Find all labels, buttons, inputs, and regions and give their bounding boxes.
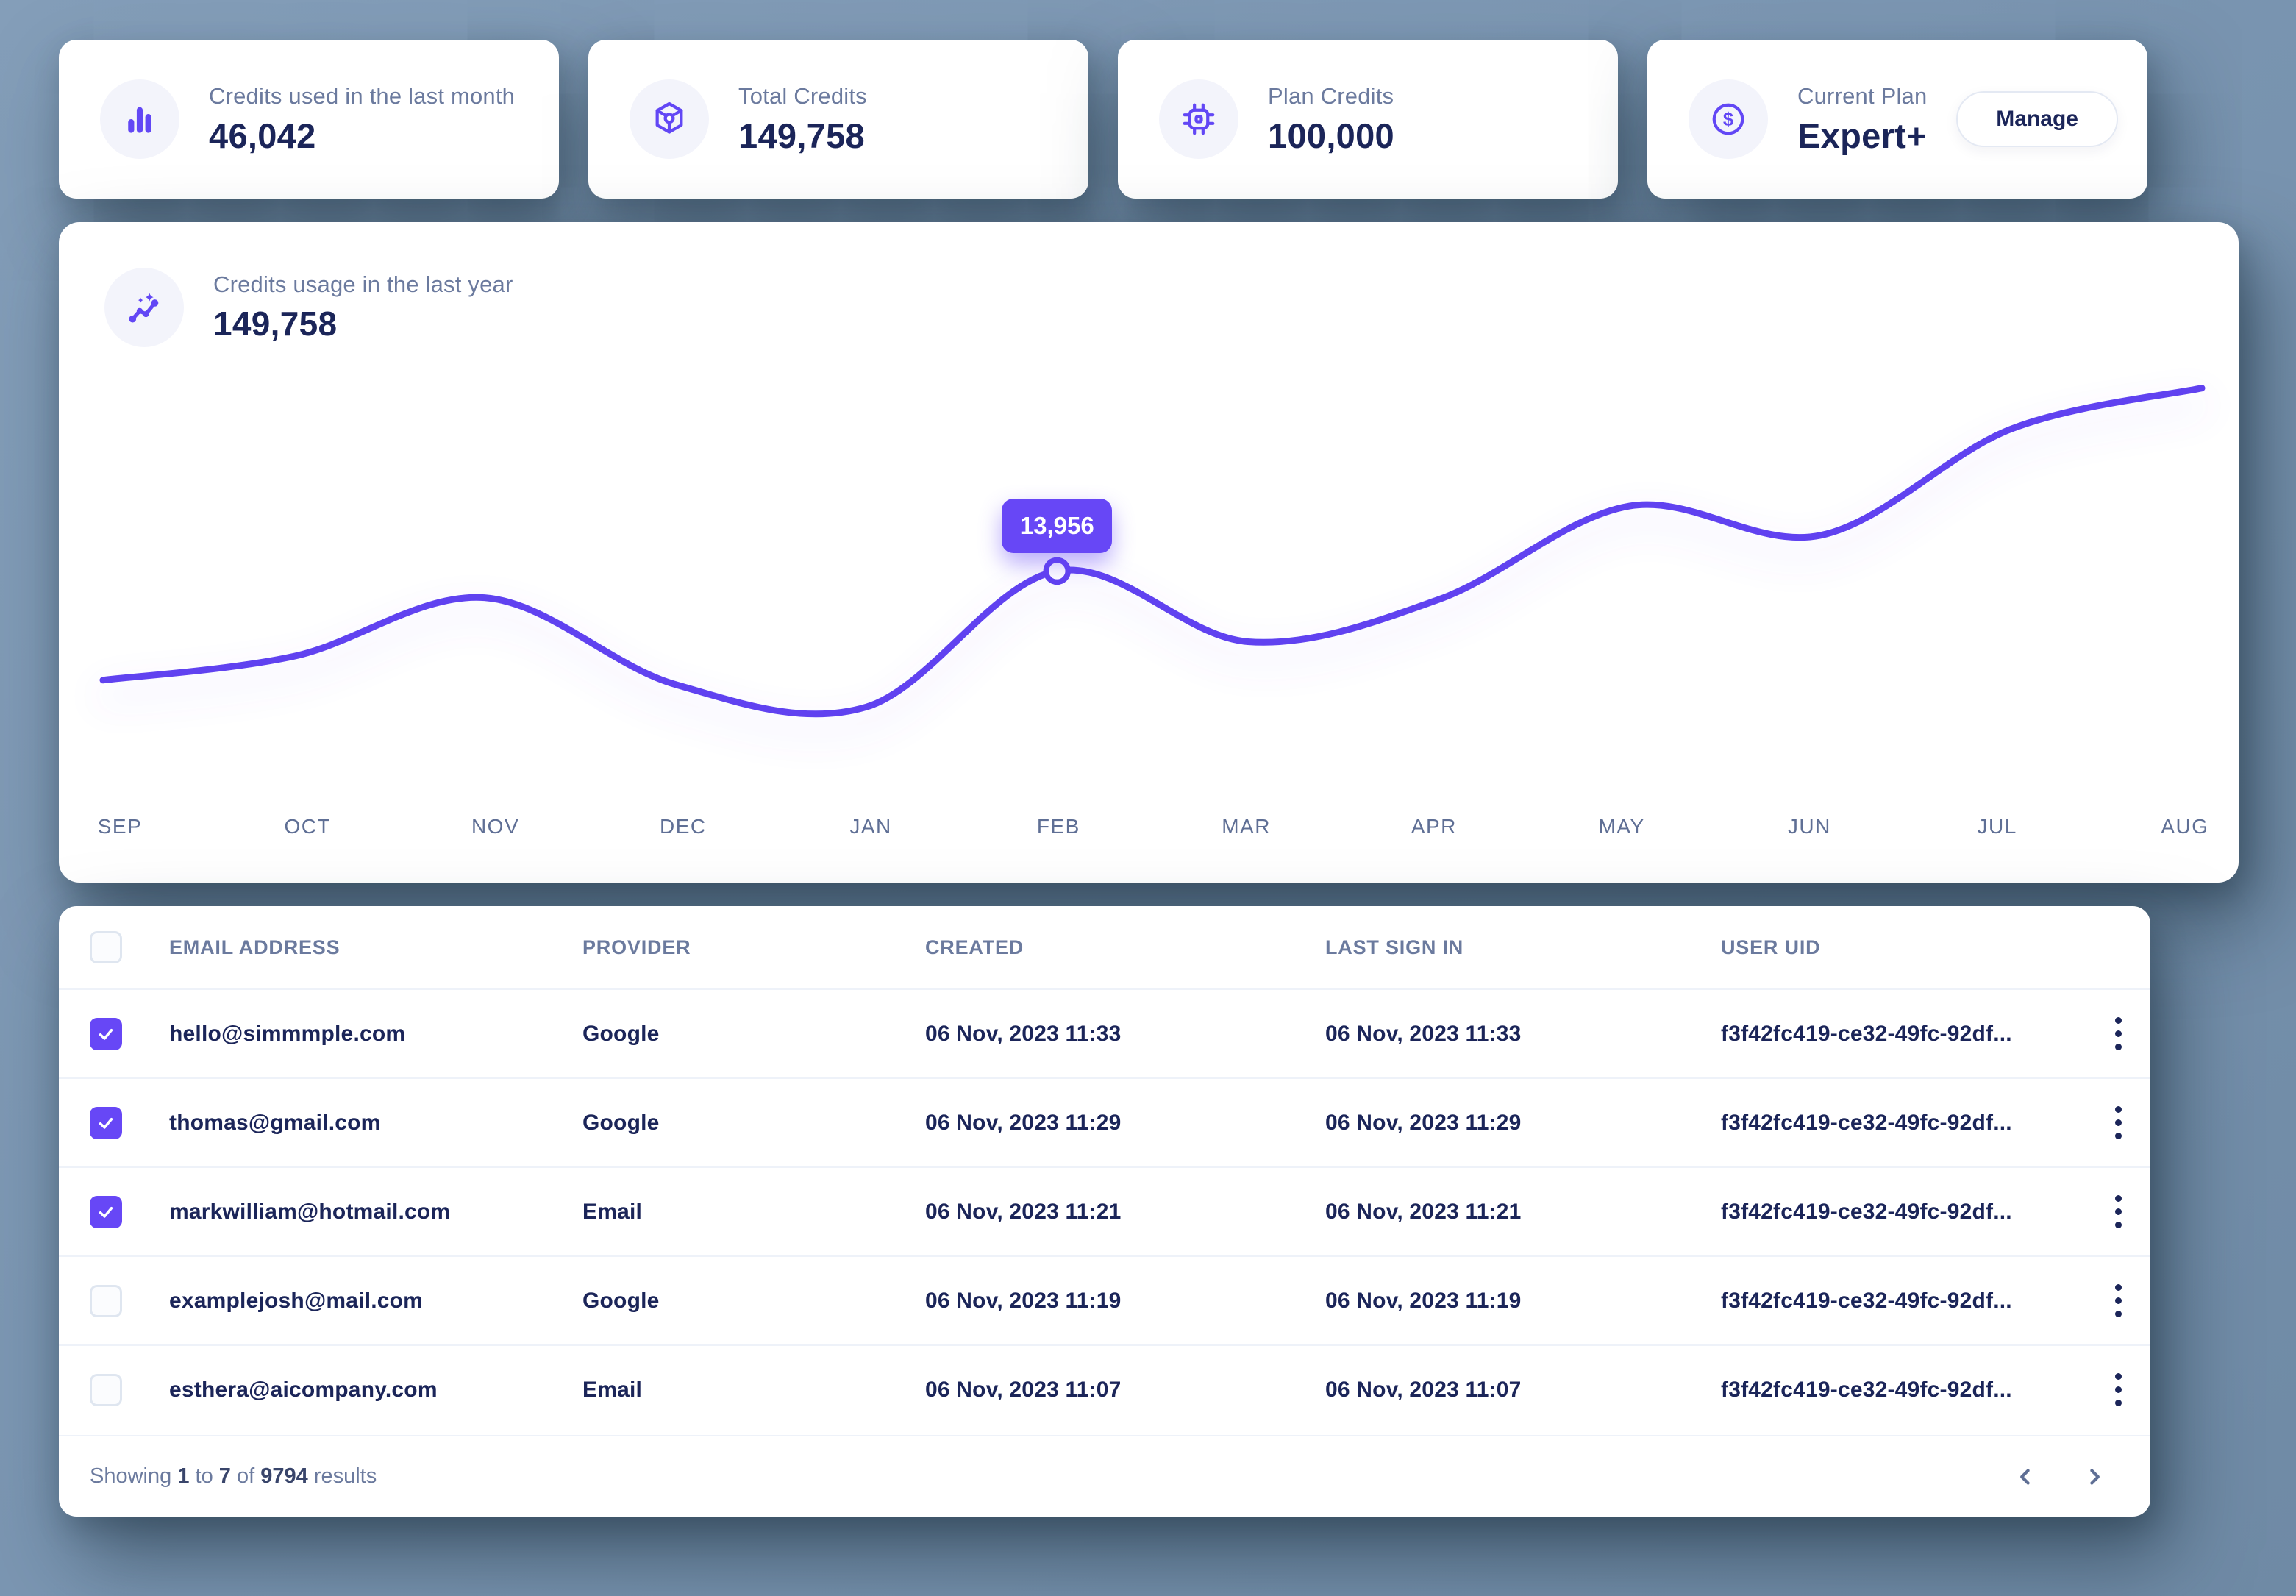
stat-label: Current Plan <box>1797 83 1927 110</box>
x-tick: JAN <box>845 815 896 838</box>
cube-icon <box>630 79 709 159</box>
svg-text:$: $ <box>1723 110 1733 130</box>
provider-cell: Google <box>582 1289 925 1314</box>
x-axis-labels: SEP OCT NOV DEC JAN FEB MAR APR MAY JUN … <box>94 815 2211 838</box>
stat-card-credits-used: Credits used in the last month 46,042 <box>59 40 559 199</box>
x-tick: MAR <box>1221 815 1272 838</box>
chart-total-value: 149,758 <box>213 304 513 343</box>
column-header-email: EMAIL ADDRESS <box>169 936 582 959</box>
chart-tooltip-value: 13,956 <box>1020 512 1094 540</box>
provider-cell: Email <box>582 1378 925 1403</box>
results-total: 9794 <box>260 1464 308 1488</box>
provider-cell: Email <box>582 1200 925 1225</box>
column-header-provider: PROVIDER <box>582 936 925 959</box>
row-checkbox[interactable] <box>90 1018 122 1050</box>
stat-label: Total Credits <box>738 83 867 110</box>
user-uid-cell: f3f42fc419-ce32-49fc-92df... <box>1721 1022 2074 1047</box>
row-menu-kebab-icon[interactable] <box>2100 1190 2136 1234</box>
bar-chart-icon <box>100 79 179 159</box>
email-cell: markwilliam@hotmail.com <box>169 1200 582 1225</box>
email-cell: examplejosh@mail.com <box>169 1289 582 1314</box>
user-uid-cell: f3f42fc419-ce32-49fc-92df... <box>1721 1378 2074 1403</box>
row-menu-kebab-icon[interactable] <box>2100 1012 2136 1056</box>
row-checkbox[interactable] <box>90 1285 122 1317</box>
chart-tooltip: 13,956 <box>1002 499 1112 553</box>
stat-label: Credits used in the last month <box>209 83 515 110</box>
table-row: hello@simmmple.com Google 06 Nov, 2023 1… <box>59 988 2150 1077</box>
last-sign-in-cell: 06 Nov, 2023 11:19 <box>1325 1289 1721 1314</box>
provider-cell: Google <box>582 1022 925 1047</box>
trend-sparkle-icon <box>104 268 184 347</box>
column-header-created: CREATED <box>925 936 1325 959</box>
last-sign-in-cell: 06 Nov, 2023 11:33 <box>1325 1022 1721 1047</box>
created-cell: 06 Nov, 2023 11:07 <box>925 1378 1325 1403</box>
stat-value: Expert+ <box>1797 115 1927 156</box>
x-tick: FEB <box>1033 815 1084 838</box>
table-row: examplejosh@mail.com Google 06 Nov, 2023… <box>59 1255 2150 1344</box>
user-uid-cell: f3f42fc419-ce32-49fc-92df... <box>1721 1200 2074 1225</box>
created-cell: 06 Nov, 2023 11:19 <box>925 1289 1325 1314</box>
stat-card-current-plan: $ Current Plan Expert+ Manage <box>1647 40 2147 199</box>
provider-cell: Google <box>582 1111 925 1136</box>
stat-card-total-credits: Total Credits 149,758 <box>588 40 1088 199</box>
column-header-user-uid: USER UID <box>1721 936 2074 959</box>
x-tick: NOV <box>470 815 521 838</box>
chart-header: Credits usage in the last year 149,758 <box>104 268 513 347</box>
billing-dashboard: { "theme": { "accent": "#6142f0", "accen… <box>0 0 2296 1596</box>
last-sign-in-cell: 06 Nov, 2023 11:21 <box>1325 1200 1721 1225</box>
x-tick: JUN <box>1783 815 1835 838</box>
x-tick: MAY <box>1596 815 1647 838</box>
email-cell: hello@simmmple.com <box>169 1022 582 1047</box>
stats-row: Credits used in the last month 46,042 To… <box>59 40 2147 199</box>
results-from: 1 <box>177 1464 189 1488</box>
manage-plan-button[interactable]: Manage <box>1956 91 2118 147</box>
row-menu-kebab-icon[interactable] <box>2100 1368 2136 1412</box>
table-footer: Showing 1 to 7 of 9794 results <box>59 1435 2150 1517</box>
next-page-button[interactable] <box>2080 1462 2109 1492</box>
last-sign-in-cell: 06 Nov, 2023 11:29 <box>1325 1111 1721 1136</box>
table-row: markwilliam@hotmail.com Email 06 Nov, 20… <box>59 1166 2150 1255</box>
x-tick: SEP <box>94 815 146 838</box>
table-row: thomas@gmail.com Google 06 Nov, 2023 11:… <box>59 1077 2150 1166</box>
row-menu-kebab-icon[interactable] <box>2100 1101 2136 1145</box>
results-to: 7 <box>219 1464 231 1488</box>
chart-title: Credits usage in the last year <box>213 271 513 298</box>
column-header-last-sign-in: LAST SIGN IN <box>1325 936 1721 959</box>
chip-icon <box>1159 79 1238 159</box>
row-checkbox[interactable] <box>90 1374 122 1406</box>
x-tick: OCT <box>282 815 333 838</box>
row-menu-kebab-icon[interactable] <box>2100 1279 2136 1323</box>
stat-value: 46,042 <box>209 115 515 156</box>
user-uid-cell: f3f42fc419-ce32-49fc-92df... <box>1721 1111 2074 1136</box>
row-checkbox[interactable] <box>90 1107 122 1139</box>
previous-page-button[interactable] <box>2011 1462 2040 1492</box>
email-cell: esthera@aicompany.com <box>169 1378 582 1403</box>
created-cell: 06 Nov, 2023 11:21 <box>925 1200 1325 1225</box>
results-summary: Showing 1 to 7 of 9794 results <box>90 1464 377 1489</box>
select-all-checkbox[interactable] <box>90 931 122 963</box>
x-tick: APR <box>1408 815 1460 838</box>
last-sign-in-cell: 06 Nov, 2023 11:07 <box>1325 1378 1721 1403</box>
stat-label: Plan Credits <box>1268 83 1394 110</box>
users-table-card: EMAIL ADDRESS PROVIDER CREATED LAST SIGN… <box>59 906 2150 1517</box>
dollar-icon: $ <box>1689 79 1768 159</box>
created-cell: 06 Nov, 2023 11:29 <box>925 1111 1325 1136</box>
stat-value: 100,000 <box>1268 115 1394 156</box>
stat-card-plan-credits: Plan Credits 100,000 <box>1118 40 1618 199</box>
user-uid-cell: f3f42fc419-ce32-49fc-92df... <box>1721 1289 2074 1314</box>
table-header-row: EMAIL ADDRESS PROVIDER CREATED LAST SIGN… <box>59 906 2150 988</box>
x-tick: JUL <box>1972 815 2023 838</box>
x-tick: AUG <box>2159 815 2211 838</box>
row-checkbox[interactable] <box>90 1196 122 1228</box>
credits-usage-chart-card: Credits usage in the last year 149,758 1… <box>59 222 2239 883</box>
pagination <box>2011 1462 2109 1492</box>
created-cell: 06 Nov, 2023 11:33 <box>925 1022 1325 1047</box>
stat-value: 149,758 <box>738 115 867 156</box>
email-cell: thomas@gmail.com <box>169 1111 582 1136</box>
table-row: esthera@aicompany.com Email 06 Nov, 2023… <box>59 1344 2150 1433</box>
x-tick: DEC <box>657 815 709 838</box>
